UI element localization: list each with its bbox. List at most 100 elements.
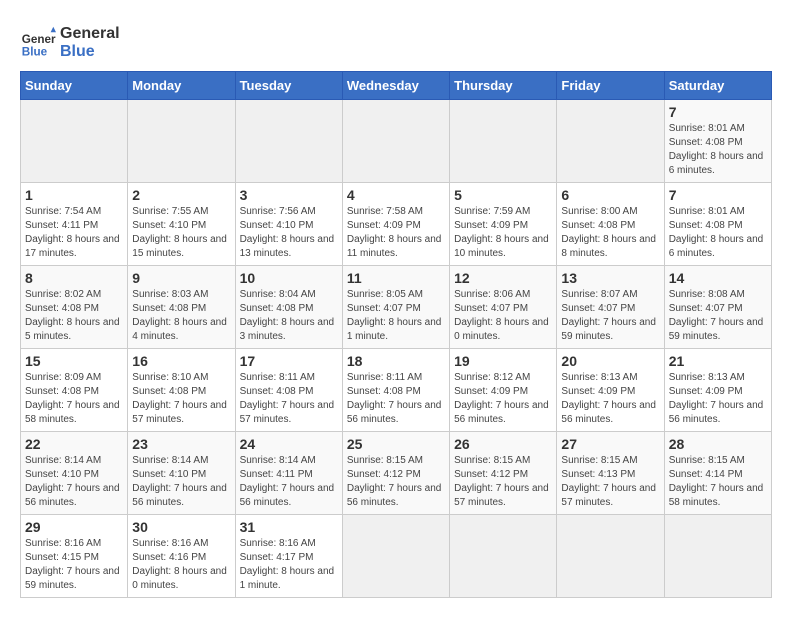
- day-info: Sunrise: 8:08 AMSunset: 4:07 PMDaylight:…: [669, 288, 767, 344]
- calendar-cell: 6 Sunrise: 8:00 AMSunset: 4:08 PMDayligh…: [557, 183, 664, 266]
- calendar-cell: 26 Sunrise: 8:15 AMSunset: 4:12 PMDaylig…: [450, 432, 557, 515]
- header-day-wednesday: Wednesday: [342, 72, 449, 100]
- header-day-tuesday: Tuesday: [235, 72, 342, 100]
- day-number: 28: [669, 436, 767, 452]
- calendar-cell: 30 Sunrise: 8:16 AMSunset: 4:16 PMDaylig…: [128, 515, 235, 598]
- day-number: 7: [669, 187, 767, 203]
- calendar-week-4: 15 Sunrise: 8:09 AMSunset: 4:08 PMDaylig…: [21, 349, 772, 432]
- calendar-cell: [235, 100, 342, 183]
- calendar-cell: [557, 100, 664, 183]
- day-number: 10: [240, 270, 338, 286]
- calendar-cell: [450, 515, 557, 598]
- header-day-thursday: Thursday: [450, 72, 557, 100]
- calendar-cell: 3 Sunrise: 7:56 AMSunset: 4:10 PMDayligh…: [235, 183, 342, 266]
- calendar-cell: 7 Sunrise: 8:01 AMSunset: 4:08 PMDayligh…: [664, 100, 771, 183]
- day-info: Sunrise: 8:01 AMSunset: 4:08 PMDaylight:…: [669, 122, 767, 178]
- day-number: 24: [240, 436, 338, 452]
- calendar-cell: 24 Sunrise: 8:14 AMSunset: 4:11 PMDaylig…: [235, 432, 342, 515]
- day-number: 12: [454, 270, 552, 286]
- day-info: Sunrise: 8:13 AMSunset: 4:09 PMDaylight:…: [561, 371, 659, 427]
- day-info: Sunrise: 8:05 AMSunset: 4:07 PMDaylight:…: [347, 288, 445, 344]
- day-info: Sunrise: 8:15 AMSunset: 4:12 PMDaylight:…: [454, 454, 552, 510]
- calendar-cell: 8 Sunrise: 8:02 AMSunset: 4:08 PMDayligh…: [21, 266, 128, 349]
- calendar-cell: [128, 100, 235, 183]
- day-number: 27: [561, 436, 659, 452]
- logo: General Blue General Blue: [20, 25, 120, 61]
- day-number: 9: [132, 270, 230, 286]
- day-info: Sunrise: 8:03 AMSunset: 4:08 PMDaylight:…: [132, 288, 230, 344]
- calendar-cell: [557, 515, 664, 598]
- calendar-week-2: 1 Sunrise: 7:54 AMSunset: 4:11 PMDayligh…: [21, 183, 772, 266]
- day-info: Sunrise: 7:58 AMSunset: 4:09 PMDaylight:…: [347, 205, 445, 261]
- calendar-cell: 25 Sunrise: 8:15 AMSunset: 4:12 PMDaylig…: [342, 432, 449, 515]
- calendar-cell: 5 Sunrise: 7:59 AMSunset: 4:09 PMDayligh…: [450, 183, 557, 266]
- day-info: Sunrise: 8:14 AMSunset: 4:10 PMDaylight:…: [25, 454, 123, 510]
- day-number: 1: [25, 187, 123, 203]
- day-info: Sunrise: 8:12 AMSunset: 4:09 PMDaylight:…: [454, 371, 552, 427]
- calendar-cell: 28 Sunrise: 8:15 AMSunset: 4:14 PMDaylig…: [664, 432, 771, 515]
- day-number: 19: [454, 353, 552, 369]
- calendar-cell: [21, 100, 128, 183]
- calendar-cell: 13 Sunrise: 8:07 AMSunset: 4:07 PMDaylig…: [557, 266, 664, 349]
- calendar-week-1: 7 Sunrise: 8:01 AMSunset: 4:08 PMDayligh…: [21, 100, 772, 183]
- calendar-cell: 2 Sunrise: 7:55 AMSunset: 4:10 PMDayligh…: [128, 183, 235, 266]
- day-info: Sunrise: 8:15 AMSunset: 4:14 PMDaylight:…: [669, 454, 767, 510]
- calendar-cell: 10 Sunrise: 8:04 AMSunset: 4:08 PMDaylig…: [235, 266, 342, 349]
- header-day-monday: Monday: [128, 72, 235, 100]
- day-number: 17: [240, 353, 338, 369]
- calendar-cell: 21 Sunrise: 8:13 AMSunset: 4:09 PMDaylig…: [664, 349, 771, 432]
- day-info: Sunrise: 8:10 AMSunset: 4:08 PMDaylight:…: [132, 371, 230, 427]
- calendar-cell: 31 Sunrise: 8:16 AMSunset: 4:17 PMDaylig…: [235, 515, 342, 598]
- calendar-cell: 16 Sunrise: 8:10 AMSunset: 4:08 PMDaylig…: [128, 349, 235, 432]
- day-info: Sunrise: 8:15 AMSunset: 4:12 PMDaylight:…: [347, 454, 445, 510]
- day-info: Sunrise: 8:04 AMSunset: 4:08 PMDaylight:…: [240, 288, 338, 344]
- header-day-sunday: Sunday: [21, 72, 128, 100]
- calendar-table: SundayMondayTuesdayWednesdayThursdayFrid…: [20, 71, 772, 598]
- calendar-cell: 11 Sunrise: 8:05 AMSunset: 4:07 PMDaylig…: [342, 266, 449, 349]
- logo-blue: Blue: [60, 43, 120, 61]
- calendar-cell: [450, 100, 557, 183]
- day-info: Sunrise: 8:01 AMSunset: 4:08 PMDaylight:…: [669, 205, 767, 261]
- day-number: 26: [454, 436, 552, 452]
- calendar-cell: 23 Sunrise: 8:14 AMSunset: 4:10 PMDaylig…: [128, 432, 235, 515]
- day-info: Sunrise: 8:14 AMSunset: 4:11 PMDaylight:…: [240, 454, 338, 510]
- day-info: Sunrise: 7:54 AMSunset: 4:11 PMDaylight:…: [25, 205, 123, 261]
- day-number: 31: [240, 519, 338, 535]
- day-number: 7: [669, 104, 767, 120]
- calendar-week-3: 8 Sunrise: 8:02 AMSunset: 4:08 PMDayligh…: [21, 266, 772, 349]
- header-day-saturday: Saturday: [664, 72, 771, 100]
- day-number: 3: [240, 187, 338, 203]
- day-info: Sunrise: 7:56 AMSunset: 4:10 PMDaylight:…: [240, 205, 338, 261]
- calendar-cell: 22 Sunrise: 8:14 AMSunset: 4:10 PMDaylig…: [21, 432, 128, 515]
- calendar-cell: 20 Sunrise: 8:13 AMSunset: 4:09 PMDaylig…: [557, 349, 664, 432]
- calendar-cell: 18 Sunrise: 8:11 AMSunset: 4:08 PMDaylig…: [342, 349, 449, 432]
- calendar-cell: 27 Sunrise: 8:15 AMSunset: 4:13 PMDaylig…: [557, 432, 664, 515]
- calendar-cell: 15 Sunrise: 8:09 AMSunset: 4:08 PMDaylig…: [21, 349, 128, 432]
- header-day-friday: Friday: [557, 72, 664, 100]
- day-info: Sunrise: 8:15 AMSunset: 4:13 PMDaylight:…: [561, 454, 659, 510]
- day-number: 8: [25, 270, 123, 286]
- calendar-header-row: SundayMondayTuesdayWednesdayThursdayFrid…: [21, 72, 772, 100]
- day-info: Sunrise: 8:07 AMSunset: 4:07 PMDaylight:…: [561, 288, 659, 344]
- day-info: Sunrise: 8:06 AMSunset: 4:07 PMDaylight:…: [454, 288, 552, 344]
- calendar-cell: 1 Sunrise: 7:54 AMSunset: 4:11 PMDayligh…: [21, 183, 128, 266]
- day-number: 5: [454, 187, 552, 203]
- calendar-cell: 4 Sunrise: 7:58 AMSunset: 4:09 PMDayligh…: [342, 183, 449, 266]
- day-info: Sunrise: 7:55 AMSunset: 4:10 PMDaylight:…: [132, 205, 230, 261]
- day-number: 15: [25, 353, 123, 369]
- day-number: 6: [561, 187, 659, 203]
- calendar-cell: [664, 515, 771, 598]
- day-info: Sunrise: 8:02 AMSunset: 4:08 PMDaylight:…: [25, 288, 123, 344]
- day-info: Sunrise: 8:09 AMSunset: 4:08 PMDaylight:…: [25, 371, 123, 427]
- day-info: Sunrise: 8:00 AMSunset: 4:08 PMDaylight:…: [561, 205, 659, 261]
- day-number: 20: [561, 353, 659, 369]
- day-info: Sunrise: 7:59 AMSunset: 4:09 PMDaylight:…: [454, 205, 552, 261]
- calendar-week-5: 22 Sunrise: 8:14 AMSunset: 4:10 PMDaylig…: [21, 432, 772, 515]
- day-number: 22: [25, 436, 123, 452]
- day-number: 11: [347, 270, 445, 286]
- day-number: 23: [132, 436, 230, 452]
- day-info: Sunrise: 8:16 AMSunset: 4:17 PMDaylight:…: [240, 537, 338, 593]
- calendar-cell: 17 Sunrise: 8:11 AMSunset: 4:08 PMDaylig…: [235, 349, 342, 432]
- day-info: Sunrise: 8:16 AMSunset: 4:15 PMDaylight:…: [25, 537, 123, 593]
- svg-text:Blue: Blue: [22, 46, 48, 59]
